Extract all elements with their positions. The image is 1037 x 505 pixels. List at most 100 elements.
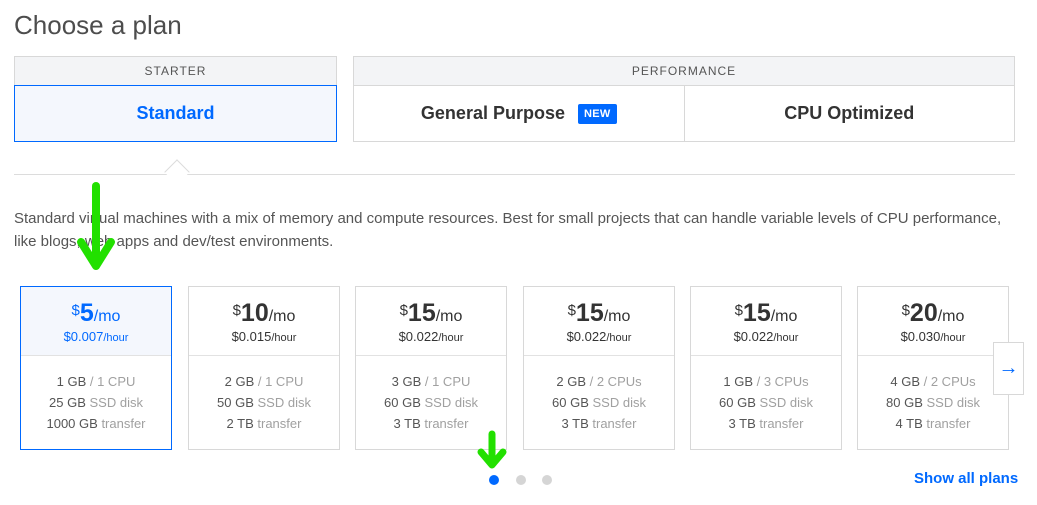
disk-label: SSD disk — [424, 395, 478, 410]
hourly-unit: /hour — [271, 332, 297, 344]
price-period: /mo — [435, 308, 463, 325]
tab-cpu-optimized[interactable]: CPU Optimized — [684, 85, 1015, 142]
currency-symbol: $ — [71, 302, 80, 319]
transfer-label: transfer — [592, 416, 637, 431]
memory-value: 2 GB — [224, 374, 255, 389]
transfer-value: 2 TB — [226, 416, 254, 431]
hourly-unit: /hour — [940, 332, 966, 344]
price-period: /mo — [937, 308, 965, 325]
plan-price: $20/mo $0.030/hour — [858, 287, 1008, 356]
monthly-price: 15 — [575, 299, 604, 327]
cpu-value: / 2 CPUs — [589, 374, 642, 389]
transfer-label: transfer — [424, 416, 469, 431]
pagination-dot[interactable] — [542, 475, 552, 485]
plan-price: $10/mo $0.015/hour — [189, 287, 339, 356]
hourly-unit: /hour — [103, 332, 129, 344]
plan-card[interactable]: $15/mo $0.022/hour 1 GB / 3 CPUs 60 GB S… — [690, 286, 842, 450]
arrow-right-icon: → — [998, 357, 1019, 379]
tab-general-purpose-label: General Purpose — [420, 103, 565, 123]
currency-symbol: $ — [567, 302, 576, 319]
plan-specs: 2 GB / 1 CPU 50 GB SSD disk 2 TB transfe… — [189, 356, 339, 434]
memory-value: 4 GB — [890, 374, 920, 389]
currency-symbol: $ — [399, 302, 408, 319]
performance-group-label: PERFORMANCE — [353, 56, 1015, 85]
section-divider — [14, 174, 1015, 175]
plan-price: $15/mo $0.022/hour — [356, 287, 506, 356]
hourly-price: $0.022 — [733, 329, 774, 344]
plan-card[interactable]: $15/mo $0.022/hour 3 GB / 1 CPU 60 GB SS… — [355, 286, 507, 450]
plan-card[interactable]: $10/mo $0.015/hour 2 GB / 1 CPU 50 GB SS… — [188, 286, 340, 450]
hourly-price: $0.030 — [900, 329, 941, 344]
annotation-arrow-down-icon-2 — [477, 430, 507, 469]
memory-value: 2 GB — [556, 374, 586, 389]
next-plans-button[interactable]: → — [993, 342, 1024, 395]
currency-symbol: $ — [901, 302, 910, 319]
cpu-value: / 1 CPU — [257, 374, 304, 389]
hourly-price: $0.015 — [231, 329, 272, 344]
performance-group: PERFORMANCE General Purpose NEW CPU Opti… — [353, 56, 1015, 142]
monthly-price: 15 — [742, 299, 771, 327]
disk-label: SSD disk — [926, 395, 980, 410]
disk-value: 60 GB — [552, 395, 589, 410]
transfer-value: 4 TB — [895, 416, 923, 431]
pagination-dot[interactable] — [489, 475, 499, 485]
plan-specs: 1 GB / 1 CPU 25 GB SSD disk 1000 GB tran… — [21, 356, 171, 434]
plan-price: $15/mo $0.022/hour — [691, 287, 841, 356]
transfer-label: transfer — [257, 416, 302, 431]
transfer-label: transfer — [759, 416, 804, 431]
price-period: /mo — [93, 308, 121, 325]
plan-specs: 3 GB / 1 CPU 60 GB SSD disk 3 TB transfe… — [356, 356, 506, 434]
monthly-price: 15 — [407, 299, 436, 327]
transfer-value: 3 TB — [393, 416, 421, 431]
plan-price: $5/mo $0.007/hour — [21, 287, 171, 356]
active-tab-pointer — [164, 159, 190, 185]
cpu-value: / 1 CPU — [424, 374, 471, 389]
transfer-value: 3 TB — [561, 416, 589, 431]
disk-value: 25 GB — [49, 395, 86, 410]
hourly-price: $0.022 — [398, 329, 439, 344]
tab-standard-label: Standard — [136, 103, 215, 123]
memory-value: 3 GB — [391, 374, 422, 389]
cpu-value: / 1 CPU — [89, 374, 136, 389]
plan-price: $15/mo $0.022/hour — [524, 287, 674, 356]
disk-value: 60 GB — [384, 395, 421, 410]
hourly-unit: /hour — [438, 332, 464, 344]
plan-specs: 2 GB / 2 CPUs 60 GB SSD disk 3 TB transf… — [524, 356, 674, 434]
currency-symbol: $ — [734, 302, 743, 319]
monthly-price: 10 — [240, 299, 269, 327]
hourly-unit: /hour — [773, 332, 799, 344]
plan-specs: 1 GB / 3 CPUs 60 GB SSD disk 3 TB transf… — [691, 356, 841, 434]
plan-description: Standard virtual machines with a mix of … — [14, 210, 1002, 250]
page-title: Choose a plan — [14, 10, 182, 40]
pagination-dot[interactable] — [516, 475, 526, 485]
monthly-price: 5 — [79, 299, 94, 327]
plan-card[interactable]: $15/mo $0.022/hour 2 GB / 2 CPUs 60 GB S… — [523, 286, 675, 450]
tab-general-purpose[interactable]: General Purpose NEW — [353, 85, 685, 142]
transfer-value: 1000 GB — [46, 416, 98, 431]
transfer-label: transfer — [101, 416, 146, 431]
memory-value: 1 GB — [723, 374, 753, 389]
disk-value: 60 GB — [719, 395, 756, 410]
hourly-price: $0.007 — [63, 329, 104, 344]
plan-card[interactable]: $20/mo $0.030/hour 4 GB / 2 CPUs 80 GB S… — [857, 286, 1009, 450]
monthly-price: 20 — [909, 299, 938, 327]
disk-label: SSD disk — [759, 395, 813, 410]
tab-cpu-optimized-label: CPU Optimized — [784, 103, 915, 123]
disk-label: SSD disk — [257, 395, 311, 410]
new-badge: NEW — [577, 103, 617, 124]
transfer-label: transfer — [926, 416, 971, 431]
tab-standard[interactable]: Standard — [14, 85, 337, 142]
hourly-price: $0.022 — [566, 329, 607, 344]
cpu-value: / 2 CPUs — [923, 374, 976, 389]
disk-label: SSD disk — [89, 395, 143, 410]
disk-label: SSD disk — [592, 395, 646, 410]
hourly-unit: /hour — [606, 332, 632, 344]
plan-card[interactable]: $5/mo $0.007/hour 1 GB / 1 CPU 25 GB SSD… — [20, 286, 172, 450]
cpu-value: / 3 CPUs — [756, 374, 809, 389]
memory-value: 1 GB — [56, 374, 87, 389]
currency-symbol: $ — [232, 302, 241, 319]
show-all-plans-link[interactable]: Show all plans — [914, 470, 1018, 487]
starter-group-label: STARTER — [14, 56, 337, 85]
price-period: /mo — [268, 308, 296, 325]
disk-value: 50 GB — [217, 395, 254, 410]
